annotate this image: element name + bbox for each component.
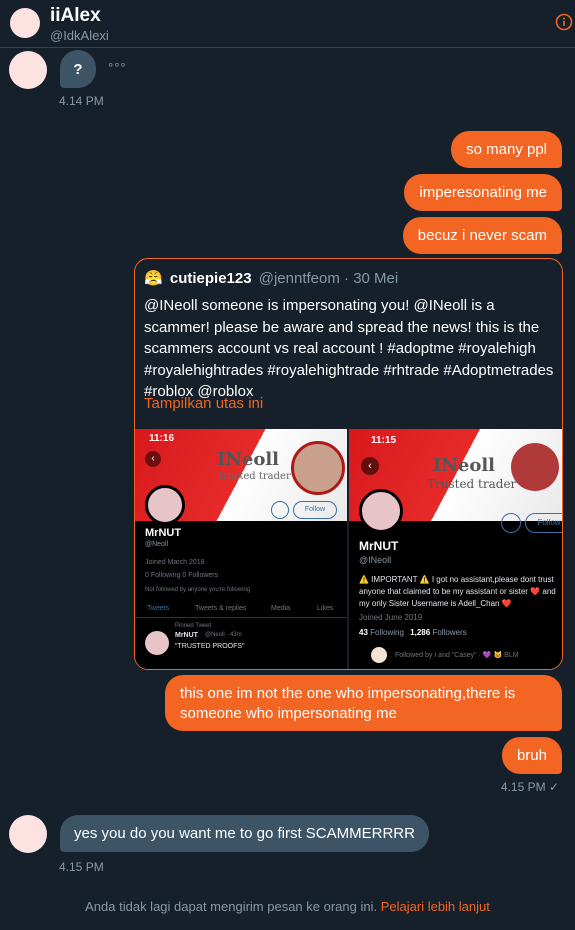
followed-by-avatar <box>371 647 387 663</box>
following-label: Following <box>370 628 404 637</box>
following-count: 43 <box>359 628 368 637</box>
tab-tweets: Tweets <box>147 605 170 612</box>
profile-avatar <box>359 489 403 533</box>
banner-avatar <box>511 443 559 491</box>
follow-button: Follow <box>525 513 562 533</box>
profile-name: MrNUT <box>145 527 182 539</box>
followers-count: 1,286 <box>410 628 431 637</box>
profile-name: MrNUT <box>359 539 399 553</box>
incoming-message-bubble: ? <box>60 50 96 88</box>
tweet-image-left[interactable]: 11:16 ‹ INeoll trusted trader Follow MrN… <box>135 429 347 669</box>
profile-handle: @INeoll <box>359 555 392 565</box>
follow-button: Follow <box>293 501 337 519</box>
profile-handle: @Neoll <box>145 541 169 548</box>
pinned-handle: @Neoll · 43m <box>205 632 242 638</box>
reaction-icon[interactable]: °°° <box>108 60 127 75</box>
message-timestamp: 4.14 PM <box>59 94 104 108</box>
incoming-message-bubble: yes you do you want me to go first SCAMM… <box>60 815 429 852</box>
pinned-avatar <box>145 631 169 655</box>
blocked-notice: Anda tidak lagi dapat mengirim pesan ke … <box>0 899 575 914</box>
tweet-text: @INeoll someone is impersonating you! @I… <box>144 297 554 400</box>
banner-logo-text: INeoll <box>217 449 280 470</box>
back-arrow-icon: ‹ <box>361 457 379 475</box>
incoming-message-text: ? <box>73 60 83 78</box>
header-avatar[interactable] <box>10 8 40 38</box>
header-divider <box>0 47 575 48</box>
banner-sub-text: Trusted trader <box>427 477 517 491</box>
sender-avatar[interactable] <box>9 51 47 89</box>
mail-icon <box>501 513 521 533</box>
pinned-text: "TRUSTED PROOFS" <box>175 643 245 650</box>
profile-joined: Joined March 2018 <box>145 559 205 566</box>
banner-sub-text: trusted trader <box>219 471 291 482</box>
profile-joined: Joined June 2019 <box>359 613 423 622</box>
profile-avatar <box>145 485 185 525</box>
followed-by-text: Followed by I and "Casey" · 💜 🐱 BLM <box>395 652 519 659</box>
message-timestamp: 4.15 PM ✓ <box>500 780 559 794</box>
phone-time: 11:16 <box>149 433 175 444</box>
outgoing-message-bubble: becuz i never scam <box>402 217 562 254</box>
message-timestamp: 4.15 PM <box>59 860 104 874</box>
back-arrow-icon: ‹ <box>145 451 161 467</box>
tweet-author-handle: @jenntfeom <box>258 270 340 287</box>
profile-tabs: Tweets Tweets & replies Media Likes <box>135 601 347 618</box>
embedded-tweet-card[interactable]: 😤 cutiepie123 @jenntfeom · 30 Mei @INeol… <box>134 258 563 670</box>
followers-label: Followers <box>432 628 467 637</box>
learn-more-link[interactable]: Pelajari lebih lanjut <box>381 899 490 914</box>
show-thread-link[interactable]: Tampilkan utas ini <box>144 395 263 412</box>
outgoing-message-bubble: imperesonating me <box>404 174 562 211</box>
incoming-message-text: yes you do you want me to go first SCAMM… <box>74 825 415 842</box>
tab-replies: Tweets & replies <box>195 605 247 612</box>
conversation-handle: @IdkAlexi <box>50 28 109 43</box>
tweet-header: 😤 cutiepie123 @jenntfeom · 30 Mei <box>144 269 398 289</box>
tweet-author-name[interactable]: cutiepie123 <box>170 270 252 287</box>
profile-bio: ⚠️ IMPORTANT ⚠️ I got no assistant,pleas… <box>359 575 556 608</box>
phone-time: 11:15 <box>371 435 397 446</box>
profile-note: Not followed by anyone you're following <box>145 587 251 593</box>
banner-logo-text: INeoll <box>433 455 496 476</box>
profile-stats: 0 Following 0 Followers <box>145 572 219 579</box>
blocked-notice-text: Anda tidak lagi dapat mengirim pesan ke … <box>85 899 378 914</box>
info-circle-icon[interactable] <box>555 13 573 31</box>
tab-media: Media <box>271 605 291 612</box>
banner-avatar <box>291 441 345 495</box>
face-emoji-icon: 😤 <box>144 270 163 287</box>
profile-stats: 43 Following 1,286 Followers <box>359 628 467 637</box>
tweet-date: · 30 Mei <box>344 270 399 287</box>
outgoing-message-bubble: bruh <box>501 737 562 774</box>
outgoing-message-bubble: so many ppl <box>451 131 562 168</box>
tab-likes: Likes <box>317 605 334 612</box>
tweet-image-right[interactable]: 11:15 ‹ INeoll Trusted trader Follow MrN… <box>349 429 562 669</box>
sender-avatar[interactable] <box>9 815 47 853</box>
notify-icon <box>271 501 289 519</box>
outgoing-message-text: this one im not the one who impersonatin… <box>180 685 516 722</box>
outgoing-message-bubble: this one im not the one who impersonatin… <box>165 675 562 731</box>
conversation-name: iiAlex <box>50 5 101 26</box>
pinned-label: Pinned Tweet <box>175 623 212 629</box>
